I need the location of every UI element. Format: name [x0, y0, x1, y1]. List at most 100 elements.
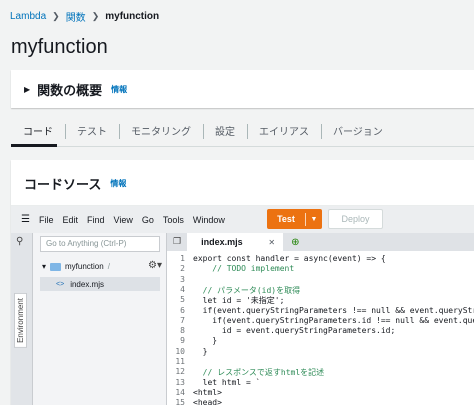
function-tabs: コード テスト モニタリング 設定 エイリアス バージョン	[11, 115, 474, 147]
menu-go[interactable]: Go	[142, 215, 154, 225]
line-number: 7	[180, 315, 185, 325]
code-text[interactable]: }	[193, 336, 217, 346]
code-text[interactable]: let id = '未指定';	[193, 295, 285, 305]
breadcrumb-lambda[interactable]: Lambda	[10, 11, 46, 22]
code-text[interactable]: id = event.queryStringParameters.id;	[193, 326, 395, 336]
code-line[interactable]: 9 }	[167, 336, 217, 346]
code-line[interactable]: 8 id = event.queryStringParameters.id;	[167, 326, 395, 336]
tab-code[interactable]: コード	[11, 115, 65, 147]
search-icon[interactable]: ⚲	[16, 236, 23, 247]
tree-file-index[interactable]: <> index.mjs	[40, 277, 160, 291]
code-line[interactable]: 13 let html = `	[167, 378, 260, 388]
code-editor-ide: ☰ File Edit Find View Go Tools Window Te…	[11, 206, 474, 405]
code-line[interactable]: 15 <head>	[167, 398, 222, 405]
code-text[interactable]: // レスポンスで返すhtmlを記述	[193, 367, 325, 377]
page-title: myfunction	[11, 36, 108, 58]
code-text[interactable]: let html = `	[193, 378, 261, 388]
code-line[interactable]: 3	[167, 275, 193, 285]
menu-file[interactable]: File	[39, 215, 54, 225]
test-button-label[interactable]: Test	[267, 214, 305, 224]
overview-info-link[interactable]: 情報	[111, 84, 127, 95]
code-text[interactable]: <head>	[193, 398, 222, 405]
code-source-title: コードソース	[24, 177, 102, 192]
file-tree: Go to Anything (Ctrl-P) ▾ myfunction / ⚙…	[33, 233, 167, 405]
breadcrumb: Lambda ❯ 関数 ❯ myfunction	[10, 9, 159, 24]
tab-list-icon[interactable]: ❐	[173, 236, 181, 247]
tab-configuration[interactable]: 設定	[203, 115, 247, 146]
line-number: 11	[175, 357, 185, 366]
left-rail: ⚲ Environment	[11, 233, 33, 405]
line-number: 2	[180, 264, 185, 274]
code-text[interactable]: if(event.queryStringParameters.id !== nu…	[193, 316, 474, 326]
code-line[interactable]: 14 <html>	[167, 388, 222, 398]
line-number: 5	[180, 295, 185, 305]
line-number: 12	[175, 367, 185, 377]
code-line[interactable]: 6 if(event.queryStringParameters !== nul…	[167, 306, 474, 316]
code-line[interactable]: 1 export const handler = async(event) => …	[167, 254, 386, 264]
menu-tools[interactable]: Tools	[163, 215, 184, 225]
menu-edit[interactable]: Edit	[62, 215, 78, 225]
gear-icon[interactable]: ⚙▾	[148, 260, 162, 271]
file-name: index.mjs	[70, 279, 104, 289]
ide-menubar: ☰ File Edit Find View Go Tools Window Te…	[11, 206, 474, 233]
code-line[interactable]: 4 // パラメータ(id)を取得	[167, 285, 300, 295]
caret-down-icon[interactable]: ▾	[42, 262, 46, 271]
code-line[interactable]: 5 let id = '未指定';	[167, 295, 284, 305]
js-file-icon: <>	[56, 280, 65, 288]
line-number: 13	[175, 377, 185, 387]
code-text[interactable]: }	[193, 347, 208, 357]
overview-title: 関数の概要	[37, 82, 103, 98]
line-number: 15	[175, 398, 185, 405]
caret-down-icon[interactable]: ▼	[306, 216, 322, 223]
breadcrumb-functions[interactable]: 関数	[66, 9, 86, 24]
close-icon[interactable]: ✕	[268, 238, 275, 247]
divider	[305, 212, 306, 226]
folder-name: myfunction	[65, 262, 104, 271]
chevron-right-icon: ❯	[52, 11, 60, 21]
menu-window[interactable]: Window	[193, 215, 225, 225]
code-text[interactable]: // TODO implement	[193, 264, 294, 274]
tree-folder-myfunction[interactable]: ▾ myfunction / ⚙▾	[42, 260, 162, 271]
code-line[interactable]: 12 // レスポンスで返すhtmlを記述	[167, 367, 324, 377]
code-line[interactable]: 10 }	[167, 347, 207, 357]
line-number: 9	[180, 336, 185, 346]
caret-right-icon[interactable]: ▶	[24, 85, 30, 94]
line-number: 1	[180, 254, 185, 263]
editor-tab-index[interactable]: index.mjs ✕	[187, 233, 284, 251]
editor-tab-bar: ❐ index.mjs ✕ ⊕	[167, 233, 474, 251]
menu-view[interactable]: View	[114, 215, 133, 225]
chevron-right-icon: ❯	[91, 11, 100, 21]
code-text[interactable]: export const handler = async(event) => {	[193, 254, 386, 264]
line-number: 8	[180, 326, 185, 336]
code-editor[interactable]: 1 export const handler = async(event) => …	[167, 251, 474, 405]
code-source-panel: コードソース 情報 ☰ File Edit Find View Go Tools…	[11, 160, 474, 405]
code-text[interactable]: if(event.queryStringParameters !== null …	[193, 306, 474, 316]
code-text[interactable]: // パラメータ(id)を取得	[193, 285, 300, 295]
tab-versions[interactable]: バージョン	[321, 115, 395, 146]
code-line[interactable]: 11	[167, 357, 193, 367]
menu-find[interactable]: Find	[87, 215, 105, 225]
code-source-header: コードソース 情報	[24, 174, 126, 193]
deploy-button[interactable]: Deploy	[328, 209, 383, 229]
code-line[interactable]: 7 if(event.queryStringParameters.id !== …	[167, 316, 474, 326]
menu-icon[interactable]: ☰	[21, 214, 30, 225]
test-button[interactable]: Test ▼	[267, 209, 322, 229]
line-number: 3	[180, 274, 185, 284]
tab-test[interactable]: テスト	[65, 115, 119, 146]
folder-icon	[50, 262, 62, 271]
line-number: 10	[175, 346, 185, 356]
line-number: 14	[175, 387, 185, 397]
breadcrumb-current: myfunction	[105, 11, 160, 22]
line-number: 4	[180, 284, 185, 294]
function-overview-panel[interactable]: ▶ 関数の概要 情報	[11, 70, 474, 108]
tab-monitoring[interactable]: モニタリング	[119, 115, 203, 146]
code-text[interactable]: <html>	[193, 388, 222, 398]
code-line[interactable]: 2 // TODO implement	[167, 264, 294, 274]
code-source-info-link[interactable]: 情報	[110, 178, 126, 189]
environment-tab[interactable]: Environment	[14, 293, 27, 348]
editor-tab-label: index.mjs	[201, 237, 243, 247]
folder-slash: /	[107, 262, 110, 271]
tab-aliases[interactable]: エイリアス	[247, 115, 321, 146]
goto-anything-input[interactable]: Go to Anything (Ctrl-P)	[40, 236, 160, 252]
add-tab-icon[interactable]: ⊕	[291, 237, 299, 248]
